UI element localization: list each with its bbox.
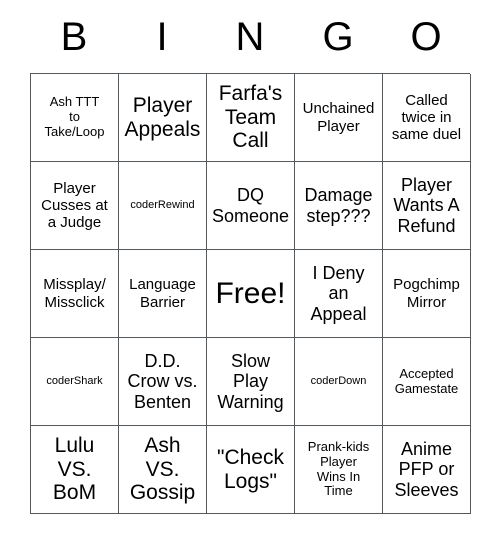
bingo-cell-label: D.D. Crow vs. Benten [127,350,198,412]
bingo-cell-label: Called twice in same duel [391,91,462,144]
bingo-cell-label: DQ Someone [211,184,290,226]
bingo-cell-label: I Deny an Appeal [310,262,367,324]
bingo-cell-label: Prank-kids Player Wins In Time [307,438,370,499]
bingo-cell-label: Ash TTT to Take/Loop [44,94,105,139]
bingo-cell-label: Damage step??? [304,184,373,226]
bingo-cell-label: Unchained Player [302,100,375,135]
bingo-cell-label: coderDown [310,375,367,388]
bingo-cell[interactable]: Anime PFP or Sleeves [383,426,471,514]
bingo-cell-label: Pogchimp Mirror [393,276,460,311]
bingo-cell[interactable]: Pogchimp Mirror [383,250,471,338]
bingo-cell[interactable]: Slow Play Warning [207,338,295,426]
bingo-cell[interactable]: Player Wants A Refund [383,162,471,250]
header-letter-b: B [60,14,88,59]
bingo-cell[interactable]: Lulu VS. BoM [31,426,119,514]
bingo-cell-label: Ash VS. Gossip [129,434,196,505]
header-letter-o: O [410,14,442,59]
bingo-cell[interactable]: Called twice in same duel [383,74,471,162]
bingo-cell[interactable]: Player Cusses at a Judge [31,162,119,250]
bingo-cell-label: Missplay/ Missclick [43,276,106,311]
bingo-cell-label: Free! [215,277,286,310]
bingo-grid: Ash TTT to Take/Loop Player Appeals Farfa'… [30,73,471,514]
bingo-cell[interactable]: Language Barrier [119,250,207,338]
bingo-cell-label: Language Barrier [129,276,196,311]
header-letter-g: G [322,14,354,59]
bingo-cell[interactable]: Unchained Player [295,74,383,162]
bingo-cell[interactable]: D.D. Crow vs. Benten [119,338,207,426]
bingo-cell-label: Farfa's Team Call [218,82,283,153]
bingo-cell-label: "Check Logs" [217,445,284,493]
bingo-cell[interactable]: Missplay/ Missclick [31,250,119,338]
bingo-cell[interactable]: Ash TTT to Take/Loop [31,74,119,162]
bingo-header: B I N G O [30,0,470,73]
bingo-cell[interactable]: Prank-kids Player Wins In Time [295,426,383,514]
bingo-cell-label: Player Appeals [124,93,201,141]
bingo-cell[interactable]: coderRewind [119,162,207,250]
bingo-cell-label: Anime PFP or Sleeves [394,438,459,500]
bingo-cell[interactable]: Farfa's Team Call [207,74,295,162]
bingo-cell-label: Slow Play Warning [217,350,284,412]
bingo-cell[interactable]: Damage step??? [295,162,383,250]
bingo-cell-label: Lulu VS. BoM [52,434,97,505]
bingo-card: B I N G O Ash TTT to Take/Loop Player App… [30,0,471,514]
bingo-cell[interactable]: Player Appeals [119,74,207,162]
bingo-cell-label: Player Cusses at a Judge [41,179,108,232]
bingo-cell[interactable]: Accepted Gamestate [383,338,471,426]
bingo-cell[interactable]: coderShark [31,338,119,426]
bingo-cell[interactable]: I Deny an Appeal [295,250,383,338]
bingo-cell-label: coderShark [46,375,103,388]
header-letter-i: I [156,14,168,59]
bingo-cell-label: Player Wants A Refund [393,174,460,236]
bingo-cell[interactable]: DQ Someone [207,162,295,250]
bingo-cell[interactable]: Ash VS. Gossip [119,426,207,514]
bingo-cell[interactable]: "Check Logs" [207,426,295,514]
header-letter-n: N [235,14,265,59]
bingo-cell[interactable]: coderDown [295,338,383,426]
bingo-cell-free[interactable]: Free! [207,250,295,338]
bingo-cell-label: Accepted Gamestate [394,365,459,396]
bingo-cell-label: coderRewind [130,199,195,212]
